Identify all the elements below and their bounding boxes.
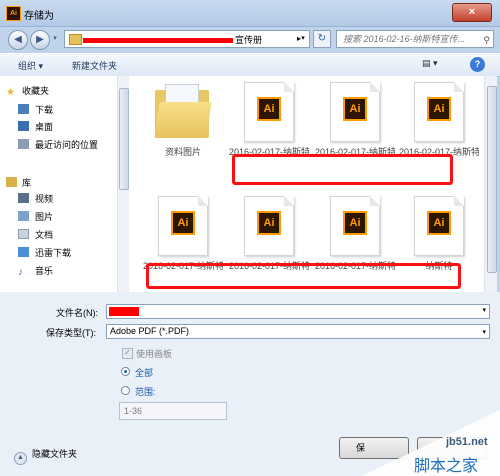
sidebar-item-music[interactable]: ♪ 音乐: [18, 264, 53, 278]
filename-label: 文件名(N):: [56, 308, 98, 318]
chevron-down-icon[interactable]: ▾: [482, 306, 486, 314]
sidebar-item-label: 最近访问的位置: [35, 140, 99, 150]
all-label: 全部: [135, 368, 154, 378]
sidebar-item-videos[interactable]: 视频: [18, 192, 53, 206]
sidebar-item-desktop[interactable]: 桌面: [18, 120, 53, 134]
sidebar-item-label: 图片: [35, 212, 54, 222]
hide-folders-label: 隐藏文件夹: [32, 449, 78, 459]
forward-button[interactable]: ▶: [30, 30, 50, 50]
range-input[interactable]: 1-36: [119, 402, 227, 420]
hide-folders-button[interactable]: ▲ 隐藏文件夹: [14, 447, 77, 465]
sidebar-item-recent-places[interactable]: 最近访问的位置: [18, 138, 98, 152]
video-icon: [18, 193, 29, 203]
sidebar-scroll-thumb[interactable]: [119, 88, 129, 190]
ai-file-icon: Ai: [414, 196, 464, 256]
refresh-button[interactable]: ↻: [313, 30, 331, 48]
command-toolbar: 组织 ▾ 新建文件夹 ▤ ▾ ?: [0, 53, 500, 77]
sidebar-item-label: 迅雷下载: [35, 248, 72, 258]
search-input[interactable]: 搜索 2016-02-16-纳斯特宣传... ⚲: [336, 30, 494, 48]
sidebar-item-documents[interactable]: 文档: [18, 228, 53, 242]
filetype-value: Adobe PDF (*.PDF): [110, 326, 190, 336]
watermark-domain: jb51.net: [446, 436, 488, 448]
ai-file-icon: Ai: [330, 82, 380, 142]
range-radio[interactable]: [121, 386, 130, 395]
sidebar-scrollbar[interactable]: [117, 76, 129, 292]
breadcrumb-current[interactable]: 宣传册: [235, 33, 262, 46]
library-icon: [6, 177, 17, 187]
annotation-highlight: [232, 154, 453, 185]
all-radio[interactable]: [121, 367, 130, 376]
recent-places-icon: [18, 139, 29, 149]
ai-file-icon: Ai: [158, 196, 208, 256]
navigation-pane: ★ 收藏夹 下载 桌面 最近访问的位置 库 视频 图片 文档 迅雷下载 ♪ 音乐: [0, 76, 129, 292]
window-title: 存储为: [24, 11, 54, 22]
ai-file-icon: Ai: [330, 196, 380, 256]
ai-file-icon: Ai: [244, 82, 294, 142]
ai-file-icon: Ai: [414, 82, 464, 142]
back-button[interactable]: ◀: [8, 30, 28, 50]
filetype-select[interactable]: Adobe PDF (*.PDF) ▾: [106, 324, 490, 339]
redacted-filename: [109, 307, 139, 316]
recent-pages-dropdown[interactable]: ▾: [50, 30, 60, 48]
search-icon[interactable]: ⚲: [483, 32, 490, 47]
sidebar-item-label: 音乐: [35, 266, 54, 276]
file-list-scroll-thumb[interactable]: [487, 86, 497, 273]
title-bar: Ai 存储为 ×: [0, 0, 500, 27]
sidebar-item-thunder-downloads[interactable]: 迅雷下载: [18, 246, 71, 260]
thunder-icon: [18, 247, 29, 257]
file-list-scrollbar[interactable]: [484, 76, 497, 292]
use-artboards-checkbox[interactable]: ✓: [122, 348, 133, 359]
navigation-bar: ◀ ▶ ▾ 宣传册 ▸ ▾ ↻ 搜索 2016-02-16-纳斯特宣传... ⚲: [0, 26, 500, 52]
folder-icon: [69, 34, 82, 45]
chevron-down-icon[interactable]: ▾: [482, 326, 486, 339]
filetype-label: 保存类型(T):: [46, 328, 96, 338]
help-icon[interactable]: ?: [470, 57, 485, 72]
sidebar-favorites-header[interactable]: ★ 收藏夹: [6, 84, 49, 98]
organize-menu[interactable]: 组织 ▾: [18, 59, 43, 72]
sidebar-item-label: 文档: [35, 230, 54, 240]
sidebar-library-header[interactable]: 库: [6, 176, 31, 190]
address-dropdown[interactable]: ▾: [296, 30, 310, 48]
file-item-folder[interactable]: 资料图片: [143, 82, 223, 182]
file-name: 资料图片: [164, 147, 201, 157]
sidebar-item-pictures[interactable]: 图片: [18, 210, 53, 224]
documents-icon: [18, 229, 29, 239]
star-icon: ★: [6, 87, 15, 98]
sidebar-item-label: 视频: [35, 194, 54, 204]
sidebar-library-label: 库: [22, 178, 32, 188]
illustrator-app-icon: Ai: [6, 6, 21, 21]
watermark-brand: 脚本之家: [414, 456, 479, 475]
sidebar-favorites-label: 收藏夹: [22, 86, 50, 96]
pictures-icon: [18, 211, 29, 221]
view-options-button[interactable]: ▤ ▾: [422, 58, 446, 72]
sidebar-item-label: 桌面: [35, 122, 54, 132]
music-icon: ♪: [18, 267, 23, 278]
sidebar-item-downloads[interactable]: 下载: [18, 103, 53, 117]
sidebar-item-label: 下载: [35, 105, 54, 115]
close-button[interactable]: ×: [452, 3, 492, 22]
annotation-highlight: [146, 263, 461, 289]
use-artboards-label: 使用画板: [136, 349, 173, 359]
address-bar[interactable]: 宣传册 ▸: [64, 30, 310, 48]
download-folder-icon: [18, 104, 29, 114]
folder-icon: [154, 84, 212, 140]
search-placeholder: 搜索 2016-02-16-纳斯特宣传...: [343, 34, 466, 44]
chevron-up-icon: ▲: [14, 452, 27, 465]
range-label: 范围:: [135, 387, 156, 397]
filename-input[interactable]: ▾: [106, 304, 490, 319]
desktop-icon: [18, 121, 29, 131]
new-folder-button[interactable]: 新建文件夹: [72, 59, 117, 72]
ai-file-icon: Ai: [244, 196, 294, 256]
redacted-path: [83, 38, 233, 43]
